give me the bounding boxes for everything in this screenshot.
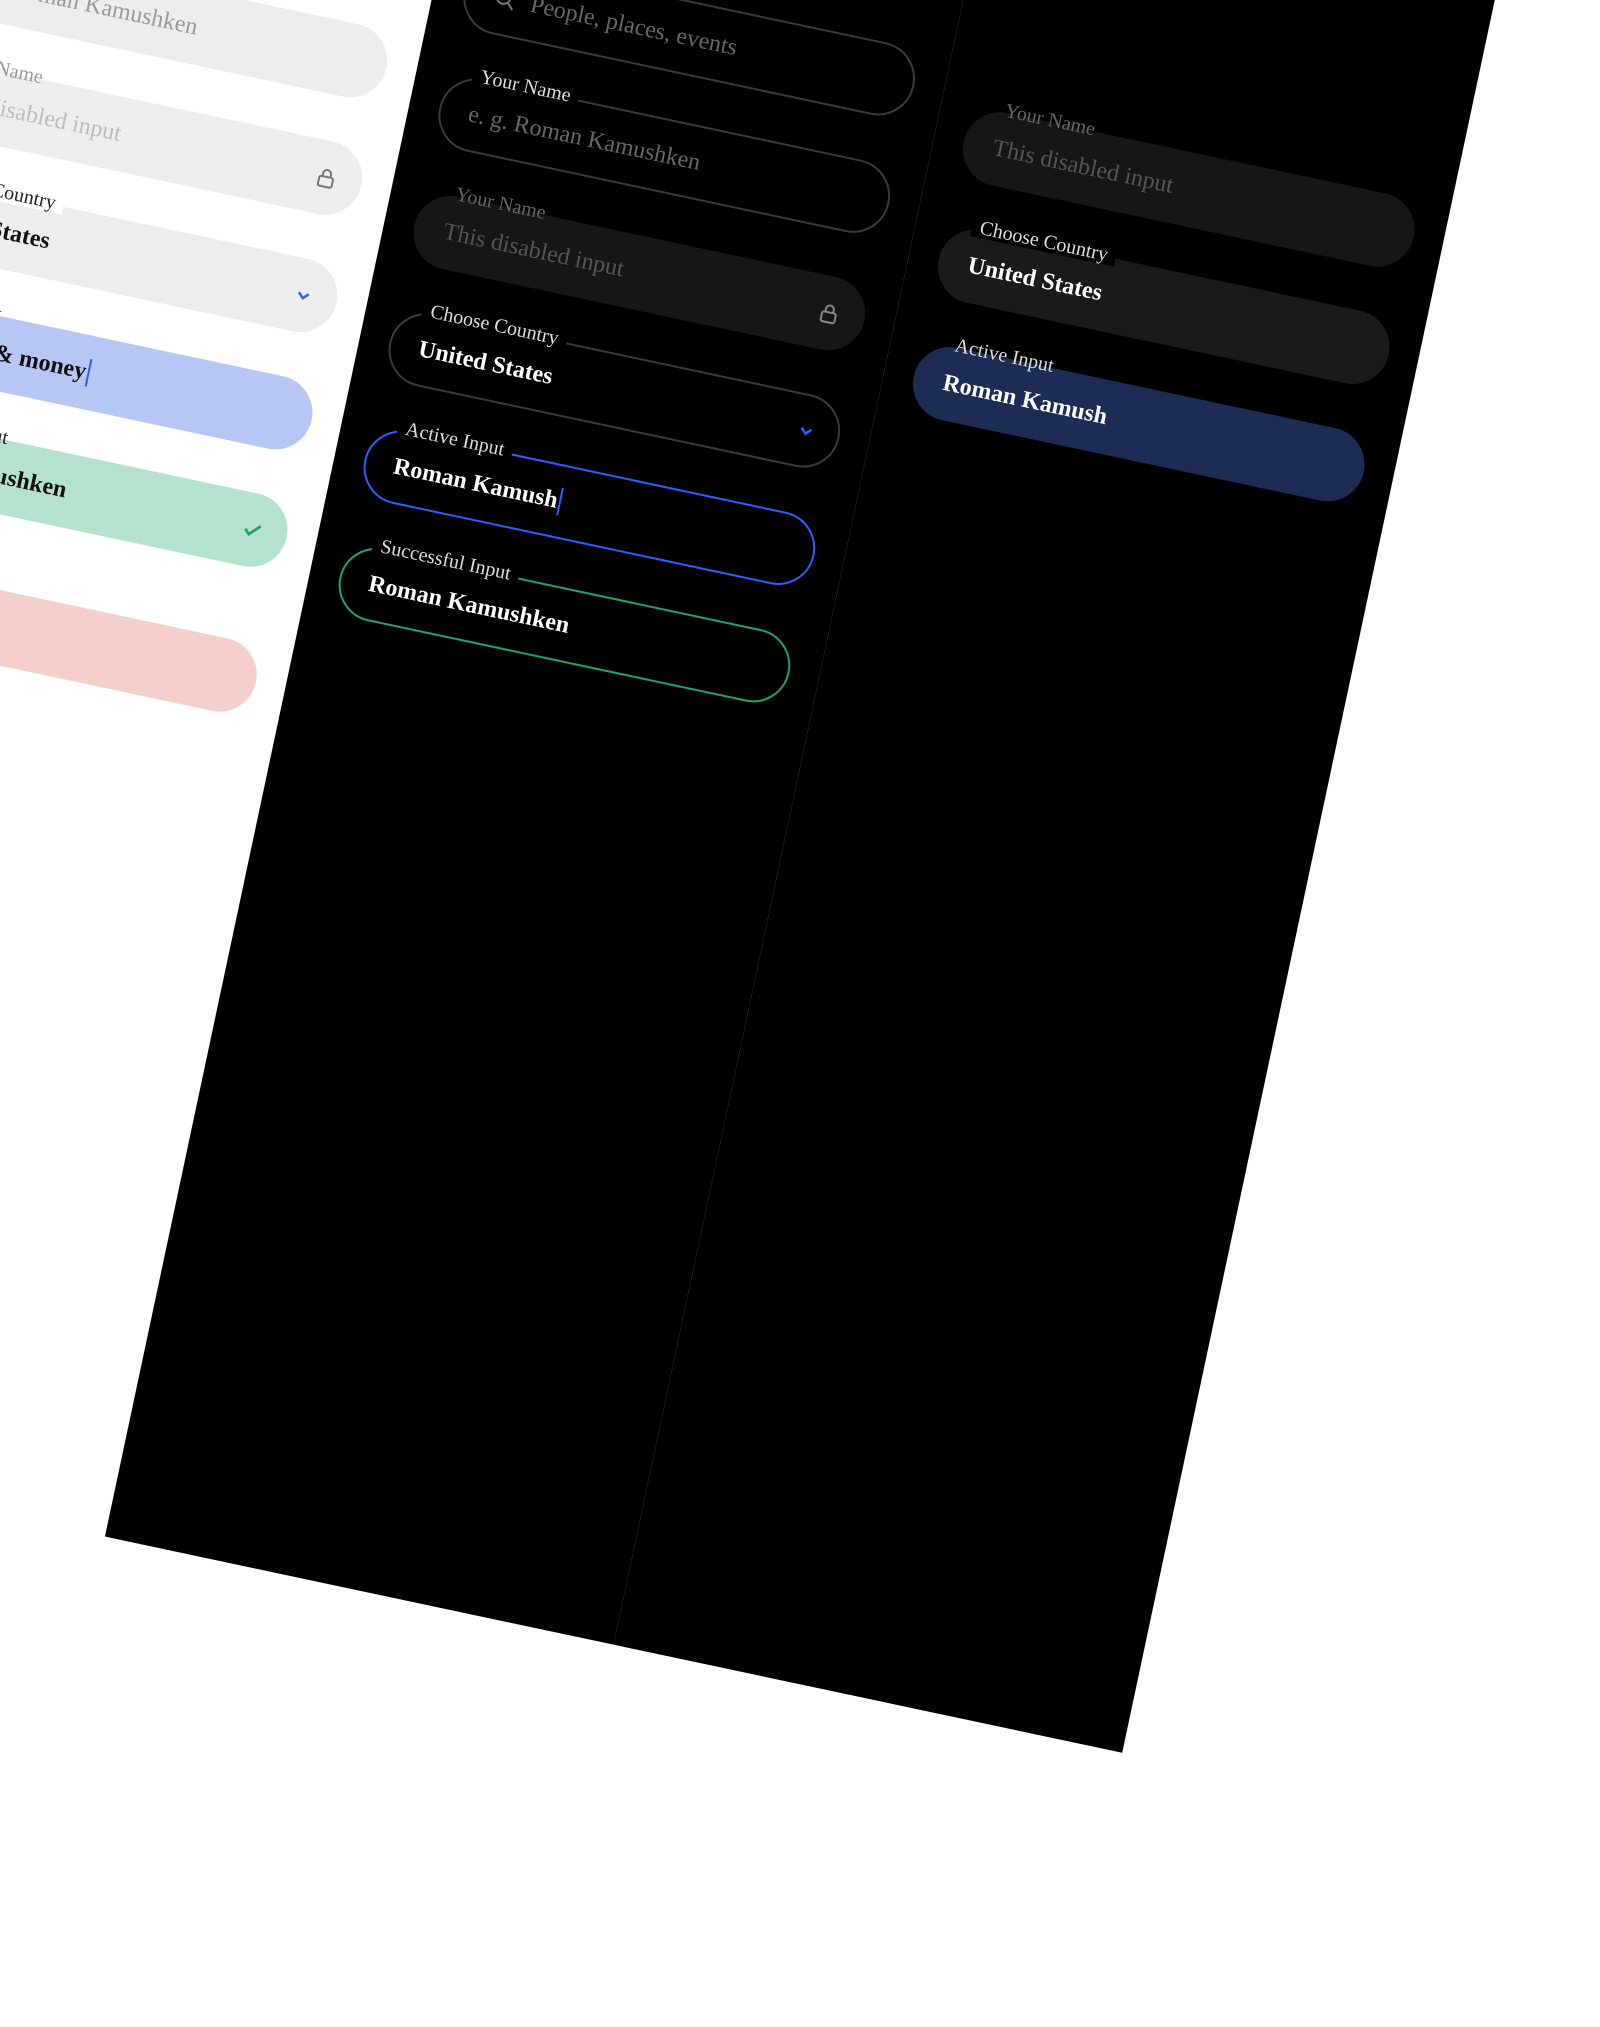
- chevron-down-icon: [794, 419, 818, 443]
- lock-icon: [312, 164, 340, 192]
- search-placeholder-c: People, places, events: [528, 0, 740, 62]
- search-icon: [491, 0, 519, 13]
- active-value-d: Roman Kamush: [940, 369, 1109, 430]
- check-icon: [239, 517, 265, 543]
- active-value-c: Roman Kamush: [391, 453, 560, 514]
- success-value-c: Roman Kamushken: [366, 570, 572, 639]
- active-value-b: Save time & money: [0, 318, 89, 386]
- chevron-down-icon: [291, 284, 315, 308]
- name-placeholder-b: e. g. Roman Kamushken: [0, 0, 200, 41]
- disabled-text-c: This disabled input: [441, 218, 627, 283]
- disabled-text-d: This disabled input: [990, 135, 1176, 200]
- disabled-text-b: This disabled input: [0, 83, 124, 148]
- lock-icon: [815, 299, 843, 327]
- name-placeholder-c: e. g. Roman Kamushken: [466, 101, 703, 177]
- label-success-b: Successful Input: [0, 399, 18, 449]
